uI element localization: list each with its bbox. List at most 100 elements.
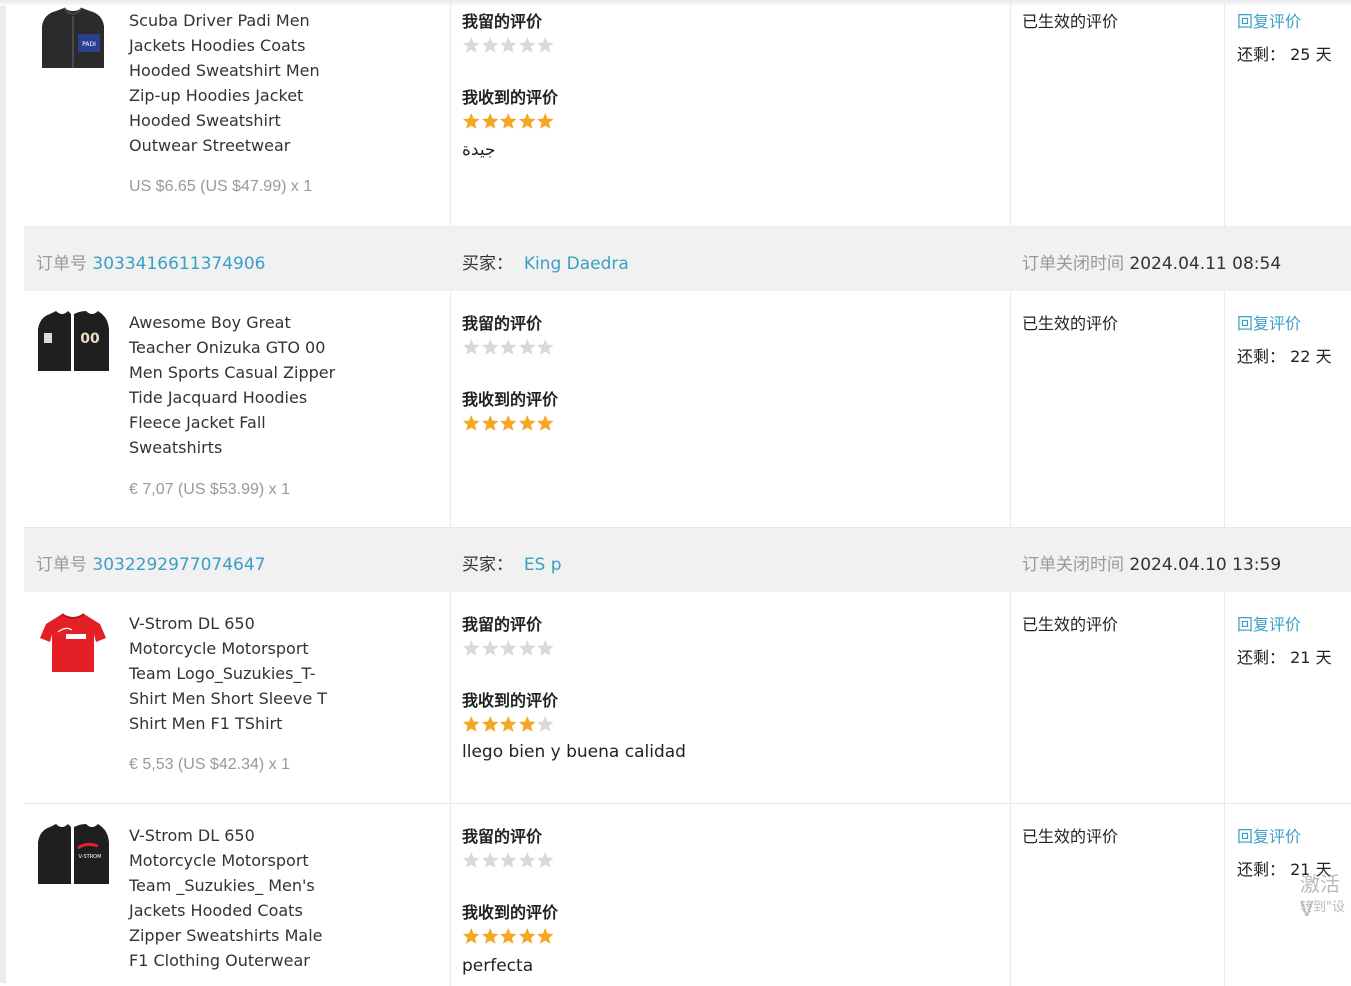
received-review-label: 我收到的评价 [462, 903, 559, 922]
product-thumbnail[interactable]: V-STROM [36, 822, 110, 884]
received-rating-stars [462, 414, 555, 432]
effective-review-label: 已生效的评价 [1022, 12, 1119, 31]
reply-review-link[interactable]: 回复评价 [1237, 611, 1301, 635]
remaining-days: 还剩： 25 天 [1237, 41, 1332, 65]
order-header: 订单号 3032292977074647 买家： ES p 订单关闭时间 202… [24, 528, 1351, 592]
product-cell: V-STROM V-Strom DL 650 Motorcycle Motors… [24, 804, 451, 986]
order-closed-time: 订单关闭时间 2024.04.10 13:59 [1022, 550, 1281, 575]
buyer-info: 买家： King Daedra [462, 249, 629, 274]
received-rating-stars [462, 927, 555, 945]
my-review-label: 我留的评价 [462, 827, 543, 846]
star-empty-icon [536, 339, 554, 355]
star-empty-icon [481, 37, 499, 53]
star-filled-icon [481, 928, 499, 944]
star-filled-icon [481, 113, 499, 129]
ratings-cell: 我留的评价 我收到的评价 جيدة [450, 0, 1011, 226]
received-rating-stars [462, 715, 555, 733]
svg-text:00: 00 [80, 331, 100, 347]
star-empty-icon [499, 37, 517, 53]
star-empty-icon [536, 852, 554, 868]
status-cell: 已生效的评价 [1010, 592, 1225, 803]
closed-time-value: 2024.04.11 08:54 [1129, 254, 1282, 274]
remaining-label: 还剩： [1237, 45, 1286, 64]
activation-watermark-hint: 转到"设 [1300, 900, 1345, 915]
closed-time-value: 2024.04.10 13:59 [1129, 555, 1282, 575]
order-closed-time: 订单关闭时间 2024.04.11 08:54 [1022, 249, 1281, 274]
review-comment: perfecta [462, 956, 534, 976]
action-cell: 回复评价 还剩： 21 天 [1224, 592, 1351, 803]
remaining-value: 22 [1290, 347, 1311, 366]
product-thumbnail[interactable]: 00 [36, 309, 110, 371]
star-filled-icon [462, 415, 480, 431]
my-review-label: 我留的评价 [462, 615, 543, 634]
reply-review-link[interactable]: 回复评价 [1237, 823, 1301, 847]
review-row: 00 Awesome Boy Great Teacher Onizuka GTO… [24, 291, 1351, 528]
reply-review-link[interactable]: 回复评价 [1237, 310, 1301, 334]
remaining-days: 还剩： 22 天 [1237, 343, 1332, 367]
remaining-label: 还剩： [1237, 347, 1286, 366]
review-row: V-Strom DL 650 Motorcycle Motorsport Tea… [24, 592, 1351, 804]
days-unit: 天 [1315, 45, 1332, 64]
product-title[interactable]: Awesome Boy Great Teacher Onizuka GTO 00… [129, 310, 339, 460]
buyer-link[interactable]: King Daedra [524, 254, 629, 274]
star-filled-icon [499, 716, 517, 732]
status-cell: 已生效的评价 [1010, 804, 1225, 986]
my-rating-stars [462, 639, 555, 657]
star-filled-icon [536, 113, 554, 129]
star-filled-icon [462, 928, 480, 944]
product-cell: PADI Scuba Driver Padi Men Jackets Hoodi… [24, 0, 451, 226]
star-empty-icon [481, 852, 499, 868]
star-filled-icon [536, 928, 554, 944]
my-rating-stars [462, 851, 555, 869]
star-filled-icon [518, 415, 536, 431]
days-unit: 天 [1315, 648, 1332, 667]
order-header: 订单号 3033416611374906 买家： King Daedra 订单关… [24, 227, 1351, 291]
star-empty-icon [462, 37, 480, 53]
product-thumbnail[interactable] [36, 610, 110, 672]
my-review-label: 我留的评价 [462, 12, 543, 31]
effective-review-label: 已生效的评价 [1022, 615, 1119, 634]
product-thumbnail[interactable]: PADI [36, 6, 110, 68]
action-cell: 回复评价 还剩： 25 天 [1224, 0, 1351, 226]
closed-time-label: 订单关闭时间 [1022, 555, 1124, 575]
status-cell: 已生效的评价 [1010, 291, 1225, 527]
remaining-value: 25 [1290, 45, 1311, 64]
action-cell: 回复评价 还剩： 22 天 [1224, 291, 1351, 527]
star-empty-icon [518, 852, 536, 868]
star-empty-icon [462, 640, 480, 656]
review-row: PADI Scuba Driver Padi Men Jackets Hoodi… [24, 0, 1351, 227]
left-rail [0, 0, 6, 983]
reply-review-link[interactable]: 回复评价 [1237, 8, 1301, 32]
remaining-label: 还剩： [1237, 860, 1286, 879]
buyer-label: 买家： [462, 254, 513, 274]
review-row: V-STROM V-Strom DL 650 Motorcycle Motors… [24, 804, 1351, 986]
received-review-label: 我收到的评价 [462, 390, 559, 409]
days-unit: 天 [1315, 347, 1332, 366]
my-rating-stars [462, 36, 555, 54]
star-filled-icon [499, 928, 517, 944]
order-number-link[interactable]: 3032292977074647 [92, 555, 265, 575]
star-empty-icon [499, 852, 517, 868]
buyer-link[interactable]: ES p [524, 555, 562, 575]
star-filled-icon [462, 113, 480, 129]
product-title[interactable]: V-Strom DL 650 Motorcycle Motorsport Tea… [129, 823, 339, 973]
review-comment: llego bien y buena calidad [462, 742, 686, 762]
order-number-link[interactable]: 3033416611374906 [92, 254, 265, 274]
product-cell: V-Strom DL 650 Motorcycle Motorsport Tea… [24, 592, 451, 803]
my-rating-stars [462, 338, 555, 356]
received-review-label: 我收到的评价 [462, 691, 559, 710]
status-cell: 已生效的评价 [1010, 0, 1225, 226]
star-filled-icon [518, 716, 536, 732]
received-rating-stars [462, 112, 555, 130]
star-filled-icon [518, 928, 536, 944]
star-empty-icon [462, 852, 480, 868]
product-title[interactable]: Scuba Driver Padi Men Jackets Hoodies Co… [129, 8, 339, 158]
ratings-cell: 我留的评价 我收到的评价 [450, 291, 1011, 527]
review-list: PADI Scuba Driver Padi Men Jackets Hoodi… [24, 0, 1351, 986]
order-number: 订单号 3033416611374906 [36, 249, 265, 274]
star-filled-icon [499, 415, 517, 431]
closed-time-label: 订单关闭时间 [1022, 254, 1124, 274]
product-cell: 00 Awesome Boy Great Teacher Onizuka GTO… [24, 291, 451, 527]
received-review-label: 我收到的评价 [462, 88, 559, 107]
product-title[interactable]: V-Strom DL 650 Motorcycle Motorsport Tea… [129, 611, 339, 736]
